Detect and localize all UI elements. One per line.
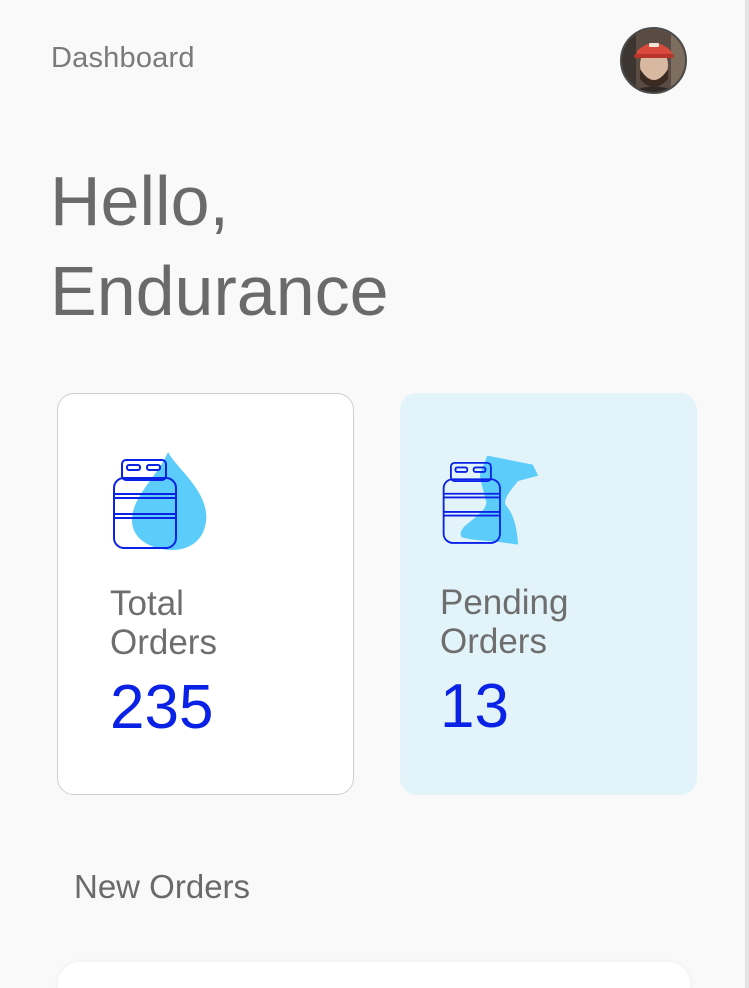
new-orders-heading: New Orders [74, 868, 251, 905]
greeting-name: Endurance [50, 252, 389, 330]
scrollbar-track [745, 0, 749, 988]
user-avatar-icon [622, 29, 685, 92]
gas-cylinder-drop-icon [113, 452, 207, 550]
pending-orders-label: Pending Orders [440, 583, 568, 661]
pending-orders-label-line-2: Orders [440, 622, 547, 661]
new-order-list-item[interactable] [58, 962, 690, 988]
gas-cylinder-hourglass-icon [442, 455, 539, 545]
total-orders-card[interactable]: Total Orders 235 [57, 393, 354, 795]
pending-orders-card[interactable]: Pending Orders 13 [400, 393, 697, 795]
total-orders-value: 235 [110, 673, 214, 742]
greeting-heading: Hello, Endurance [50, 156, 389, 336]
total-orders-label: Total Orders [110, 584, 217, 662]
pending-orders-label-line-1: Pending [440, 583, 569, 622]
pending-orders-value: 13 [440, 672, 509, 741]
total-orders-label-line-1: Total [110, 584, 184, 623]
total-orders-label-line-2: Orders [110, 623, 217, 662]
page-title: Dashboard [51, 42, 195, 74]
greeting-line-1: Hello, [50, 162, 229, 240]
avatar[interactable] [620, 27, 687, 94]
